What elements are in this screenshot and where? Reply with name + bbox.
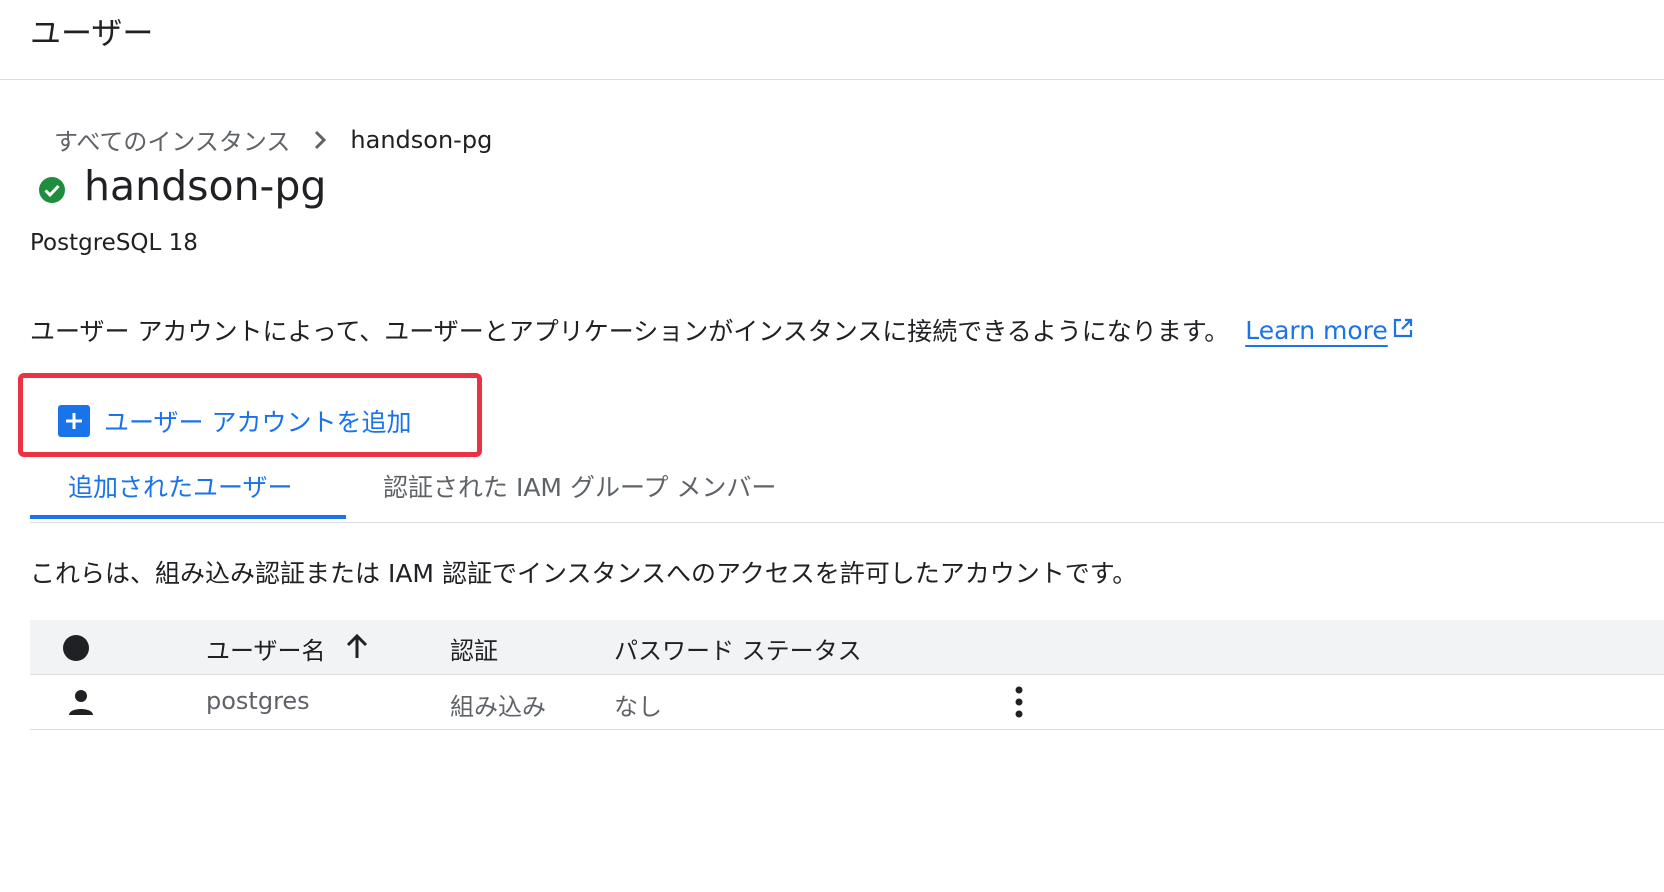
status-column-icon <box>62 634 90 662</box>
table-row: postgres 組み込み なし <box>30 675 1664 730</box>
external-link-icon <box>1392 316 1414 345</box>
breadcrumb-current-instance: handson-pg <box>350 125 493 154</box>
top-bar: ユーザー <box>0 0 1664 80</box>
person-icon <box>67 688 95 722</box>
description-text: ユーザー アカウントによって、ユーザーとアプリケーションがインスタンスに接続でき… <box>30 317 1230 346</box>
instance-title: handson-pg <box>84 162 327 210</box>
learn-more-link[interactable]: Learn more <box>1245 316 1414 345</box>
tab-bar: 追加されたユーザー 認証された IAM グループ メンバー <box>30 460 1664 523</box>
arrow-up-icon <box>344 632 370 666</box>
column-header-username-label: ユーザー名 <box>206 637 326 665</box>
tab-added-users[interactable]: 追加されたユーザー <box>68 468 293 504</box>
column-header-password-status: パスワード ステータス <box>614 637 862 665</box>
instance-title-row: handson-pg <box>38 162 326 210</box>
add-user-account-label: ユーザー アカウントを追加 <box>104 408 412 437</box>
cell-password-status: なし <box>614 693 662 721</box>
users-table: ユーザー名 認証 パスワード ステータス postgres 組み込み なし <box>30 620 1664 730</box>
tab-iam-group-members[interactable]: 認証された IAM グループ メンバー <box>383 468 776 504</box>
instance-version: PostgreSQL 18 <box>30 230 198 256</box>
more-vert-icon[interactable] <box>1008 685 1030 725</box>
learn-more-label: Learn more <box>1245 315 1388 345</box>
users-description: ユーザー アカウントによって、ユーザーとアプリケーションがインスタンスに接続でき… <box>30 312 1414 348</box>
column-header-username[interactable]: ユーザー名 <box>206 631 370 666</box>
page-heading: ユーザー <box>30 16 154 52</box>
check-circle-icon <box>38 176 66 204</box>
breadcrumb: すべてのインスタンス handson-pg <box>54 122 492 157</box>
active-tab-indicator <box>30 515 346 519</box>
table-header: ユーザー名 認証 パスワード ステータス <box>30 620 1664 675</box>
chevron-right-icon <box>290 129 350 151</box>
add-user-account-button[interactable]: ユーザー アカウントを追加 <box>58 403 411 439</box>
breadcrumb-all-instances[interactable]: すべてのインスタンス <box>54 122 290 157</box>
cell-username: postgres <box>206 687 310 715</box>
cell-auth: 組み込み <box>450 693 546 721</box>
plus-icon <box>58 405 90 437</box>
tab-description: これらは、組み込み認証または IAM 認証でインスタンスへのアクセスを許可したア… <box>30 559 1138 588</box>
column-header-auth: 認証 <box>450 637 498 665</box>
